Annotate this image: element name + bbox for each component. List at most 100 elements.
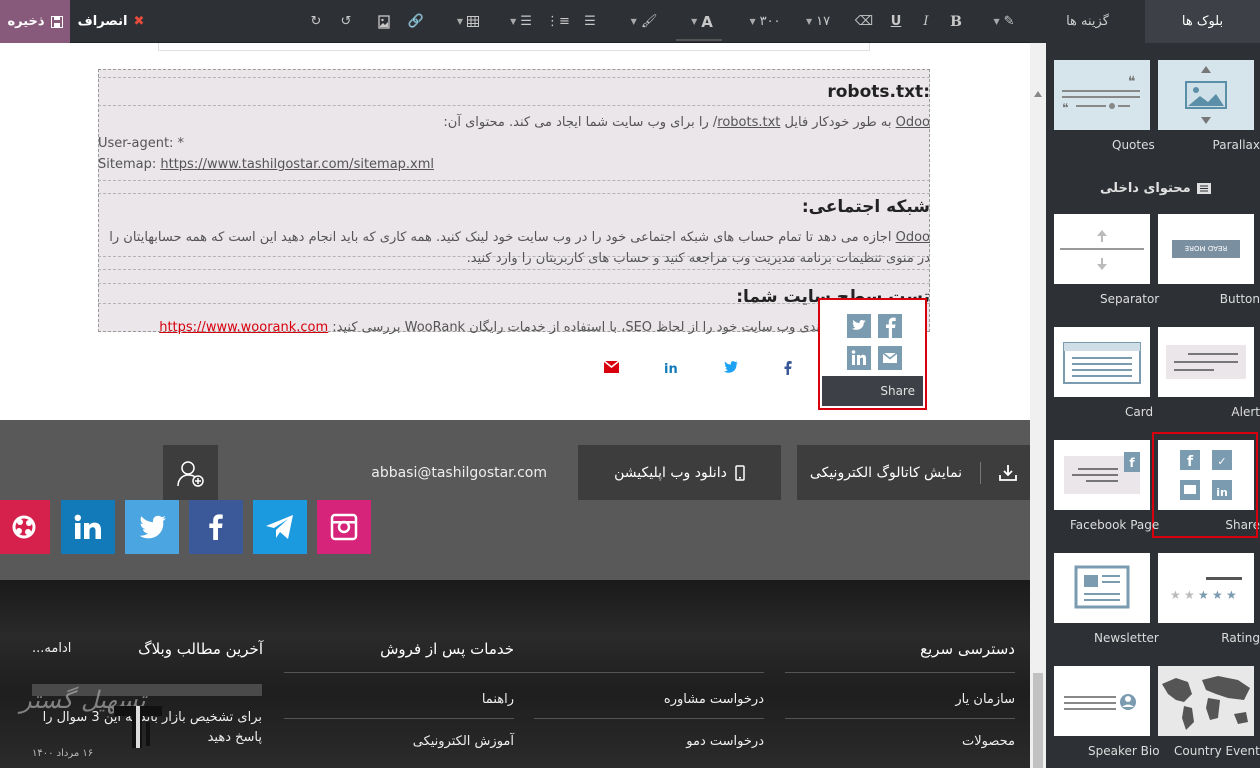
twitter-icon xyxy=(139,515,166,539)
table-dropdown[interactable]: ▼ xyxy=(448,0,484,43)
sitemap-link[interactable]: https://www.tashilgostar.com/sitemap.xml xyxy=(160,157,434,172)
tab-blocks[interactable]: بلوک ها xyxy=(1145,0,1260,43)
mobile-icon xyxy=(735,464,745,481)
undo-icon: ↺ xyxy=(340,14,352,29)
quick-link-products[interactable]: محصولات xyxy=(962,734,1015,749)
robots-link[interactable]: robots.txt xyxy=(717,115,780,130)
redo-button[interactable]: ↻ xyxy=(302,0,330,43)
blog-more-link[interactable]: ادامه... xyxy=(32,641,71,656)
unordered-list-button[interactable]: ☰ xyxy=(578,0,602,43)
instagram-link[interactable] xyxy=(317,500,371,554)
save-button[interactable]: ذخیره xyxy=(0,0,70,43)
odoo-word: Odoo xyxy=(895,230,930,245)
quick-link-sazman-yar[interactable]: سازمان یار xyxy=(955,692,1015,707)
catalog-button[interactable]: نمایش کاتالوگ الکترونیکی xyxy=(797,445,1030,500)
snippet-speaker-bio[interactable]: Speaker Bio xyxy=(1054,666,1160,758)
alert-icon xyxy=(1166,345,1246,379)
envelope-icon[interactable] xyxy=(878,345,902,370)
ordered-list-button[interactable]: ⋮≡ xyxy=(546,0,570,43)
scrollbar-thumb[interactable] xyxy=(1033,673,1043,768)
snippet-parallax[interactable]: Parallax xyxy=(1158,60,1260,152)
demo-request-link[interactable]: درخواست دمو xyxy=(686,734,764,749)
font-color-dropdown[interactable]: ▼ A xyxy=(680,0,720,43)
align-dropdown[interactable]: ▼ ☰ xyxy=(502,0,536,43)
consult-request-link[interactable]: درخواست مشاوره xyxy=(664,692,764,707)
add-user-button[interactable] xyxy=(163,445,218,500)
bottom-footer: دسترسی سریع سازمان یار محصولات خدمات پس … xyxy=(0,580,1030,768)
bold-button[interactable]: B xyxy=(944,0,968,43)
linkedin-icon xyxy=(74,514,101,539)
snippet-card[interactable]: Card xyxy=(1054,327,1153,419)
font-size-value: ۱۷ xyxy=(816,14,831,29)
font-weight-dropdown[interactable]: ▼ ۳۰۰ xyxy=(744,0,782,43)
test-text: ندی وب سایت خود را از لحاظ SEO، با استفا… xyxy=(328,320,820,335)
divider xyxy=(785,718,1015,719)
e-learning-link[interactable]: آموزش الکترونیکی xyxy=(413,734,514,749)
guide-link[interactable]: راهنما xyxy=(482,692,514,707)
italic-button[interactable]: I xyxy=(914,0,938,43)
dashed-divider xyxy=(98,193,930,194)
share-email-link[interactable] xyxy=(604,361,619,381)
snippet-alert[interactable]: Alert xyxy=(1158,327,1260,419)
woorank-link[interactable]: https://www.woorank.com xyxy=(159,320,328,335)
svg-text:in: in xyxy=(664,362,678,375)
scroll-up-arrow[interactable] xyxy=(1034,91,1042,97)
divider xyxy=(980,461,982,484)
align-left-icon: ☰ xyxy=(520,14,532,29)
snippet-quotes[interactable]: ❝ ❝ Quotes xyxy=(1054,60,1155,152)
snippet-rating[interactable]: ★ ★ ★ ★ ★ Rating xyxy=(1158,553,1260,645)
svg-text:❝: ❝ xyxy=(1128,74,1136,90)
divider xyxy=(534,718,764,719)
underline-button[interactable]: U xyxy=(884,0,908,43)
snippet-facebook-page[interactable]: f Facebook Page xyxy=(1054,440,1159,532)
snippet-thumbnail xyxy=(1054,553,1150,623)
snippet-thumbnail: f xyxy=(1054,440,1150,510)
linkedin-icon[interactable] xyxy=(847,345,871,370)
share-linkedin-link[interactable]: in xyxy=(664,361,678,381)
table-icon xyxy=(467,16,480,27)
share-twitter-link[interactable] xyxy=(724,361,738,381)
tab-options[interactable]: گزینه ها xyxy=(1030,0,1145,43)
insert-link-button[interactable]: 🔗 xyxy=(402,0,430,43)
quotes-icon: ❝❝ xyxy=(1062,74,1140,115)
snippet-thumbnail: ★ ★ ★ ★ ★ xyxy=(1158,553,1254,623)
clear-format-button[interactable]: ⌫ xyxy=(852,0,876,43)
undo-button[interactable]: ↺ xyxy=(332,0,360,43)
style-dropdown[interactable]: ▼ 🖌 xyxy=(624,0,660,43)
snippet-newsletter[interactable]: Newsletter xyxy=(1054,553,1159,645)
social-text: اجازه می دهد تا تمام حساب های شبکه اجتما… xyxy=(109,230,930,266)
snippet-thumbnail xyxy=(1054,666,1150,736)
discard-button[interactable]: انصراف ✖ xyxy=(70,0,152,43)
world-map-icon xyxy=(1162,676,1250,730)
sidebar-scrollbar[interactable] xyxy=(1030,43,1046,768)
snippet-button[interactable]: READ MORE Button xyxy=(1158,214,1260,306)
sitemap-label: Sitemap: xyxy=(98,157,161,172)
envelope-icon xyxy=(604,361,619,373)
telegram-icon xyxy=(266,515,293,539)
aparat-link[interactable] xyxy=(0,500,50,554)
linkedin-link[interactable] xyxy=(61,500,115,554)
chevron-down-icon: ▼ xyxy=(456,17,464,26)
blog-post-date: ۱۶ مرداد ۱۴۰۰ xyxy=(32,748,94,759)
download-app-button[interactable]: دانلود وب اپلیکیشن xyxy=(578,445,781,500)
contact-email[interactable]: abbasi@tashilgostar.com xyxy=(218,445,563,500)
share-facebook-link[interactable] xyxy=(784,361,792,381)
svg-text:★: ★ xyxy=(1184,588,1195,602)
facebook-link[interactable] xyxy=(189,500,243,554)
telegram-link[interactable] xyxy=(253,500,307,554)
magic-wand-icon: ✎ xyxy=(1003,14,1015,29)
snippet-label: Country Events xyxy=(1174,744,1260,758)
font-size-dropdown[interactable]: ▼ ۱۷ xyxy=(800,0,832,43)
snippet-separator[interactable]: Separator xyxy=(1054,214,1159,306)
snippet-country-events[interactable]: Country Events xyxy=(1158,666,1260,758)
facebook-icon[interactable] xyxy=(878,314,902,338)
insert-image-button[interactable] xyxy=(370,0,398,43)
twitter-icon[interactable] xyxy=(847,314,871,338)
brush-icon: 🖌 xyxy=(640,14,658,29)
social-heading: شبکه اجتماعی: xyxy=(801,197,930,217)
link-icon: 🔗 xyxy=(407,14,425,29)
snippet-label: Separator xyxy=(1100,292,1160,306)
twitter-link[interactable] xyxy=(125,500,179,554)
share-snippet-popup[interactable]: Share xyxy=(818,298,927,410)
magic-dropdown[interactable]: ▼ ✎ xyxy=(984,0,1020,43)
